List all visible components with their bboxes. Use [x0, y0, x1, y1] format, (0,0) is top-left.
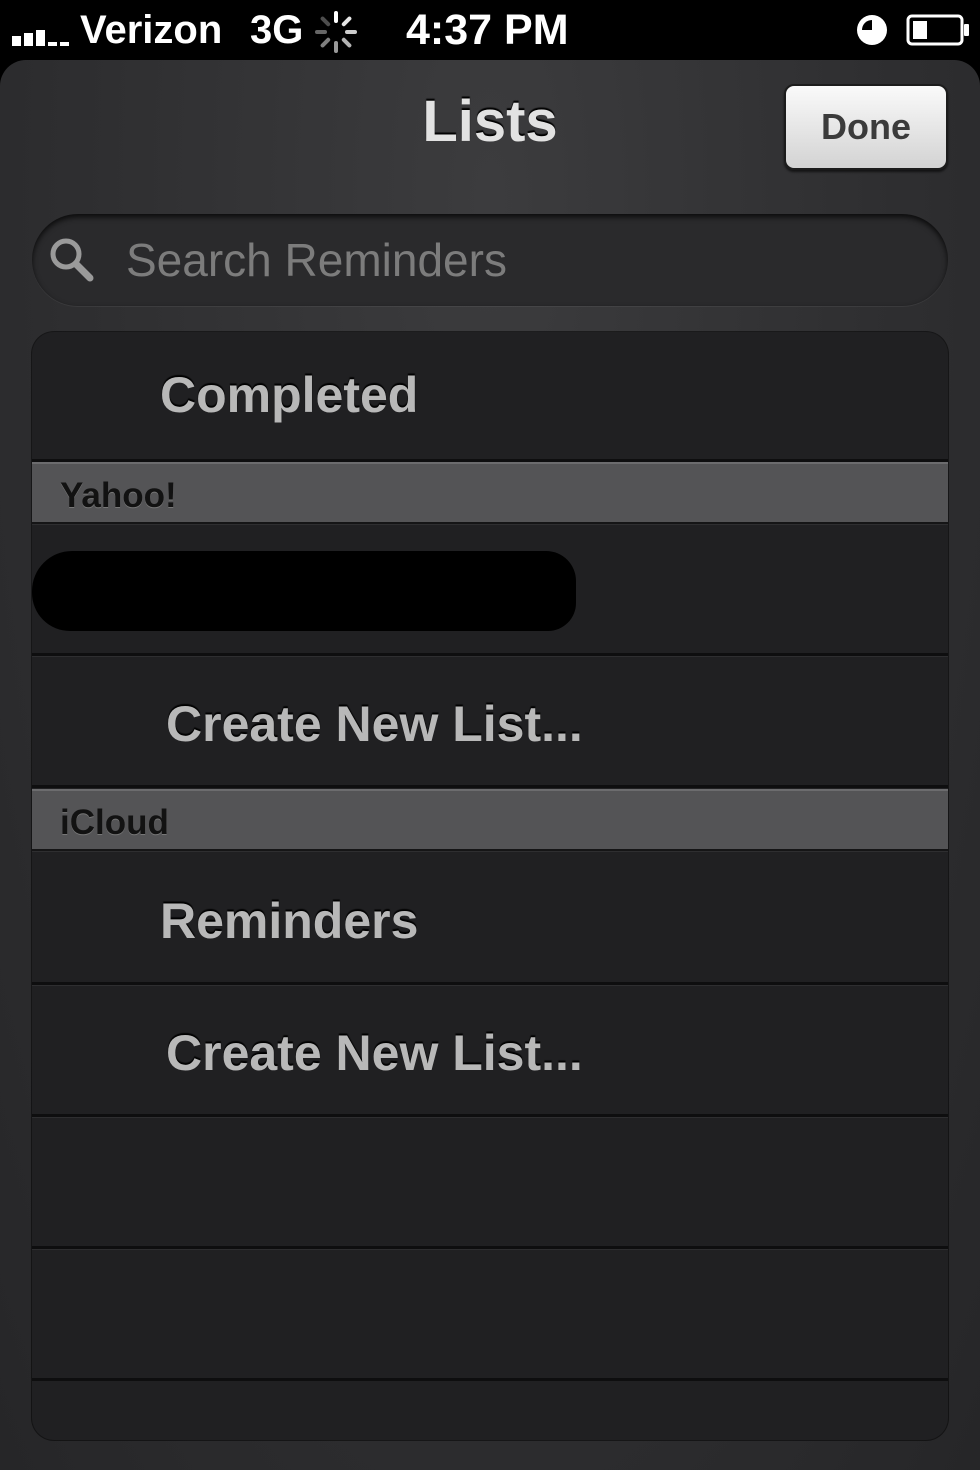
section-header-label: Yahoo!: [60, 476, 177, 515]
section-header-icloud: iCloud: [32, 789, 948, 851]
section-header-label: iCloud: [60, 803, 169, 842]
list-item-label: Reminders: [160, 893, 419, 949]
empty-row: [32, 1249, 948, 1381]
search-input[interactable]: [126, 230, 926, 290]
list-item-reminders[interactable]: Reminders: [32, 851, 948, 985]
create-new-list-button[interactable]: Create New List...: [32, 985, 948, 1117]
activity-spinner-icon: [315, 11, 357, 53]
list-item-label: Create New List...: [166, 1025, 583, 1081]
redacted-list-name: [32, 551, 576, 631]
list-item[interactable]: [32, 524, 948, 656]
status-bar: Verizon 3G 4:37 PM: [0, 0, 980, 60]
done-button[interactable]: Done: [784, 84, 948, 170]
signal-icon: [12, 24, 69, 46]
search-bar[interactable]: [32, 214, 948, 306]
lists-table: Completed Yahoo! Create New List... iClo…: [32, 332, 948, 1440]
list-item-label: Completed: [160, 367, 419, 423]
status-time: 4:37 PM: [406, 6, 569, 54]
section-header-yahoo: Yahoo!: [32, 462, 948, 524]
empty-row: [32, 1117, 948, 1249]
list-item-label: Create New List...: [166, 696, 583, 752]
search-icon: [50, 238, 94, 282]
create-new-list-button[interactable]: Create New List...: [32, 656, 948, 788]
carrier-name: Verizon: [80, 8, 223, 52]
list-item-completed[interactable]: Completed: [32, 332, 948, 462]
clock-icon: [857, 15, 887, 45]
battery-icon: [906, 14, 969, 46]
network-type: 3G: [250, 8, 304, 52]
